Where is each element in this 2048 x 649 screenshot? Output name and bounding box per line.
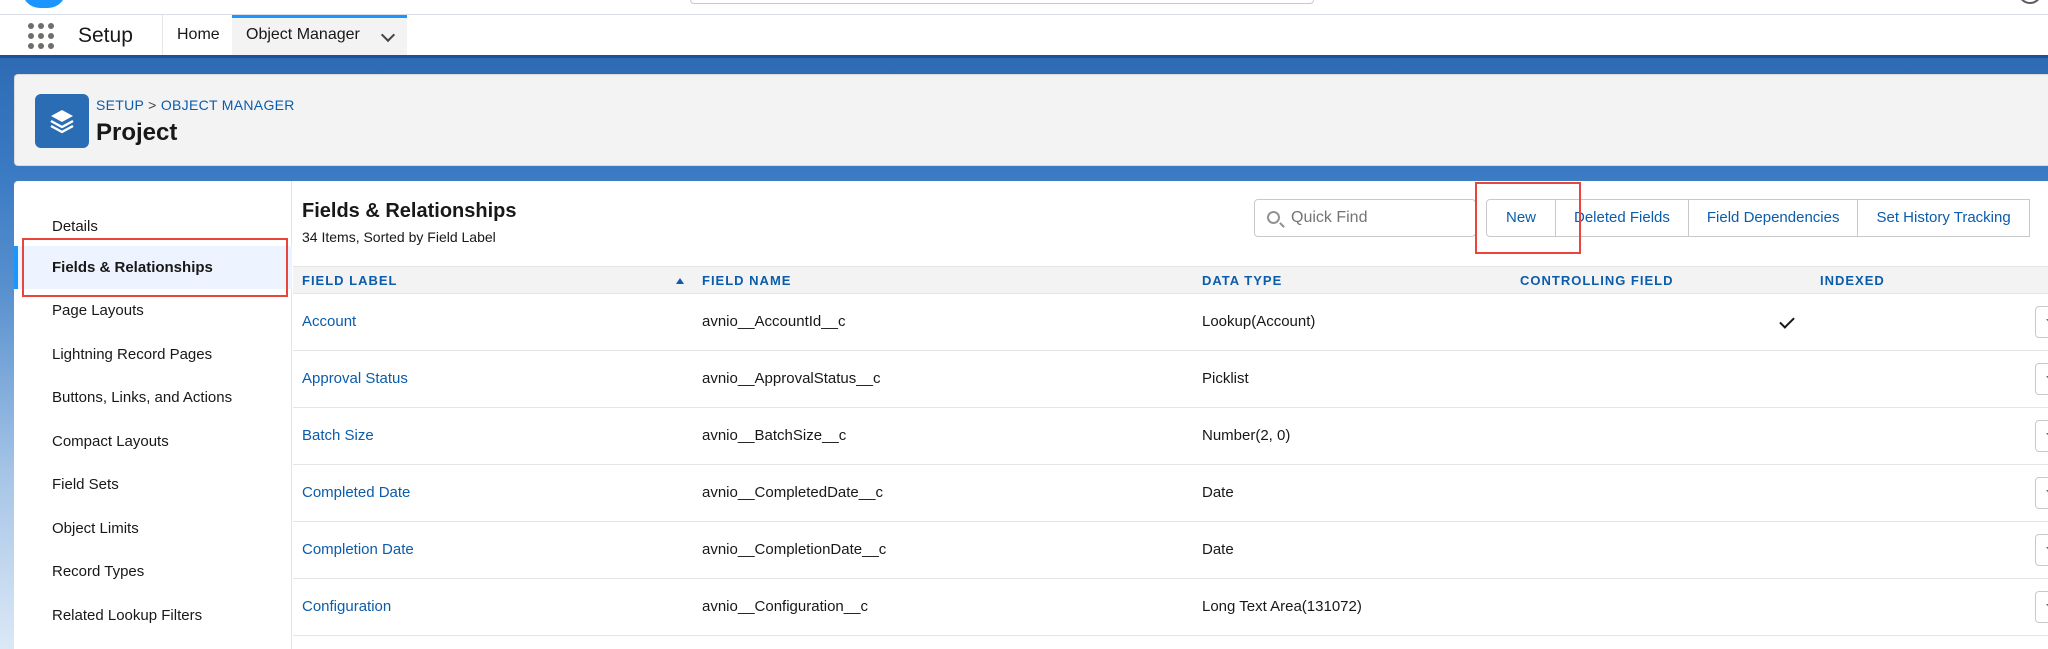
column-header-data-type[interactable]: DATA TYPE [1202,267,1282,295]
app-name: Setup [78,24,133,47]
breadcrumb: SETUP > OBJECT MANAGER [96,97,295,113]
set-history-tracking-button[interactable]: Set History Tracking [1857,199,2030,237]
layers-icon [50,110,74,134]
data-type-cell: Date [1202,541,1234,558]
table-header: FIELD LABEL FIELD NAME DATA TYPE CONTROL… [293,266,2048,294]
row-actions-dropdown[interactable] [2035,363,2048,395]
field-name-cell: avnio__CompletedDate__c [702,484,883,501]
checkmark-icon [1779,313,1795,329]
field-name-cell: avnio__CompletionDate__c [702,541,887,558]
row-actions-dropdown[interactable] [2035,306,2048,338]
tab-object-manager-label: Object Manager [246,26,360,43]
sidebar-item-record-types[interactable]: Record Types [14,550,292,593]
page-title: Project [96,119,178,146]
sort-ascending-icon[interactable] [676,278,684,284]
data-type-cell: Lookup(Account) [1202,313,1316,330]
field-label-link[interactable]: Account [302,294,356,350]
row-actions-dropdown[interactable] [2035,420,2048,452]
table-row: Account avnio__AccountId__c Lookup(Accou… [293,294,2048,351]
sidebar-item-related-lookup-filters[interactable]: Related Lookup Filters [14,594,292,637]
highlight-box-sidebar [22,238,288,297]
object-sidebar: Details Fields & Relationships Page Layo… [14,181,292,649]
tab-object-manager[interactable]: Object Manager [232,15,407,55]
fields-relationships-panel: Fields & Relationships 34 Items, Sorted … [293,181,2048,649]
field-name-cell: avnio__ApprovalStatus__c [702,370,881,387]
sidebar-item-buttons-links-actions[interactable]: Buttons, Links, and Actions [14,376,292,419]
table-row: Completion Date avnio__CompletionDate__c… [293,522,2048,579]
field-label-link[interactable]: Batch Size [302,408,374,464]
data-type-cell: Picklist [1202,370,1249,387]
breadcrumb-object-manager[interactable]: OBJECT MANAGER [161,97,295,113]
breadcrumb-setup[interactable]: SETUP [96,97,144,113]
column-header-field-label[interactable]: FIELD LABEL [302,267,398,295]
sidebar-item-field-sets[interactable]: Field Sets [14,463,292,506]
field-label-link[interactable]: Configuration [302,579,391,635]
tab-home[interactable]: Home [163,15,234,55]
column-header-field-name[interactable]: FIELD NAME [702,267,791,295]
sidebar-item-lightning-record-pages[interactable]: Lightning Record Pages [14,333,292,376]
object-header: SETUP > OBJECT MANAGER Project [14,74,2048,166]
data-type-cell: Date [1202,484,1234,501]
sidebar-item-object-limits[interactable]: Object Limits [14,507,292,550]
field-name-cell: avnio__Configuration__c [702,598,868,615]
field-label-link[interactable]: Completed Date [302,465,410,521]
search-icon [1267,211,1280,224]
field-label-link[interactable]: Approval Status [302,351,408,407]
field-label-link[interactable]: Completion Date [302,522,414,578]
global-search-input[interactable] [690,0,1314,4]
field-name-cell: avnio__BatchSize__c [702,427,847,444]
object-body: Details Fields & Relationships Page Layo… [14,181,2048,649]
section-subtitle: 34 Items, Sorted by Field Label [302,229,496,245]
table-row: Approval Status avnio__ApprovalStatus__c… [293,351,2048,408]
row-actions-dropdown[interactable] [2035,534,2048,566]
sidebar-item-compact-layouts[interactable]: Compact Layouts [14,420,292,463]
table-row: Configuration avnio__Configuration__c Lo… [293,579,2048,636]
quick-find-box[interactable] [1254,199,1476,237]
global-header [0,0,2048,15]
field-dependencies-button[interactable]: Field Dependencies [1687,199,1859,237]
salesforce-logo[interactable] [22,0,66,8]
breadcrumb-separator: > [148,97,157,113]
user-avatar-icon[interactable] [2018,0,2042,4]
object-icon [35,94,89,148]
chevron-down-icon[interactable] [380,27,396,43]
column-header-controlling-field[interactable]: CONTROLLING FIELD [1520,267,1674,295]
app-launcher-icon[interactable] [28,23,54,49]
quick-find-input[interactable] [1291,208,1471,228]
app-nav-bar: Setup Home Object Manager [0,15,2048,58]
table-row: Completed Date avnio__CompletedDate__c D… [293,465,2048,522]
row-actions-dropdown[interactable] [2035,591,2048,623]
data-type-cell: Long Text Area(131072) [1202,598,1362,615]
row-actions-dropdown[interactable] [2035,477,2048,509]
data-type-cell: Number(2, 0) [1202,427,1291,444]
field-name-cell: avnio__AccountId__c [702,313,846,330]
table-row: Batch Size avnio__BatchSize__c Number(2,… [293,408,2048,465]
column-header-indexed[interactable]: INDEXED [1820,267,1885,295]
highlight-box-new [1475,182,1581,254]
section-title: Fields & Relationships [302,200,517,222]
